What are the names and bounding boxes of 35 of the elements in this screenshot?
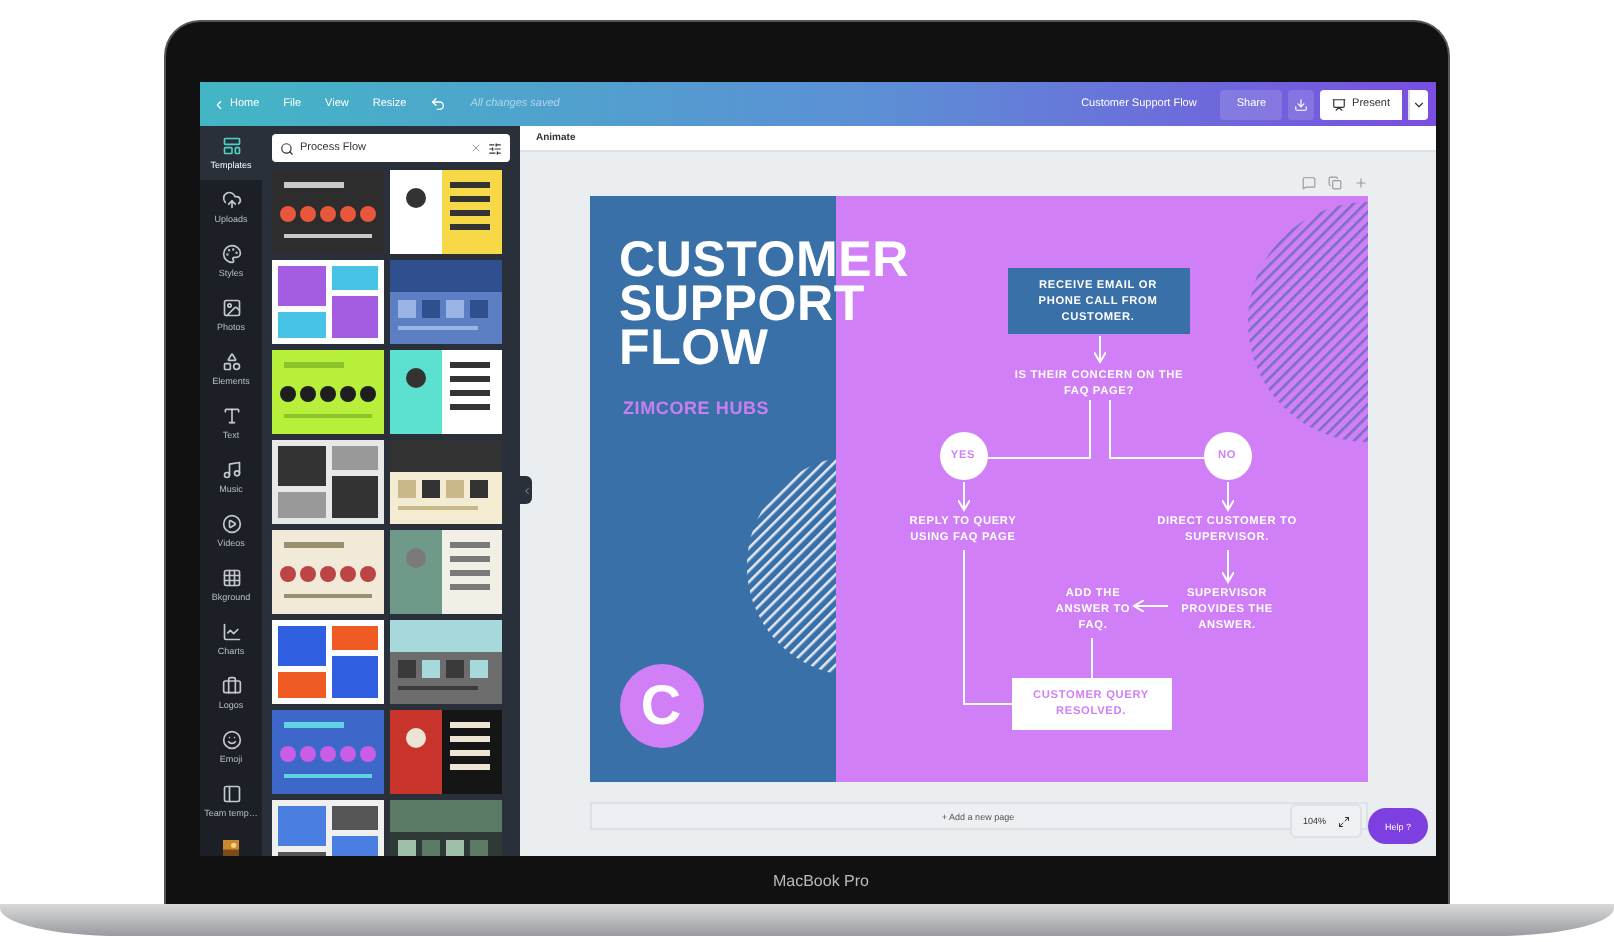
caret-icon	[1412, 97, 1426, 111]
search-icon	[280, 141, 294, 155]
chevron-left-icon	[212, 97, 226, 111]
dropdown-button[interactable]	[1408, 89, 1428, 119]
image-icon	[221, 298, 241, 318]
layout-icon	[221, 136, 241, 156]
chevron-left-icon	[521, 485, 531, 495]
connector-line	[1090, 637, 1092, 679]
arrow	[956, 481, 970, 511]
sliders-icon[interactable]	[488, 141, 502, 155]
shapes-icon	[221, 352, 241, 372]
palette-icon	[221, 244, 241, 264]
arrow	[1220, 481, 1234, 511]
panel-icon	[221, 784, 241, 804]
text-icon	[221, 406, 241, 426]
undo-icon[interactable]	[430, 96, 447, 112]
presentation-icon	[1332, 97, 1347, 111]
arrow	[1220, 549, 1234, 583]
download-button[interactable]	[1288, 89, 1315, 119]
connector-line	[1108, 399, 1204, 459]
smile-icon	[221, 730, 241, 750]
briefcase-icon	[221, 676, 241, 696]
upload-icon	[221, 190, 241, 210]
design-subtitle: ZIMCORE HUBS	[623, 398, 770, 418]
connector-line	[986, 399, 1090, 459]
chart-icon	[221, 622, 241, 642]
arrow	[1132, 599, 1168, 613]
play-icon	[221, 514, 241, 534]
download-icon	[1294, 97, 1309, 111]
grid-icon	[221, 568, 241, 588]
device-label: MacBook Pro	[772, 871, 870, 889]
collapse-handle[interactable]	[520, 476, 532, 504]
music-icon	[221, 460, 241, 480]
close-icon[interactable]	[470, 142, 482, 154]
arrow	[1092, 335, 1106, 363]
